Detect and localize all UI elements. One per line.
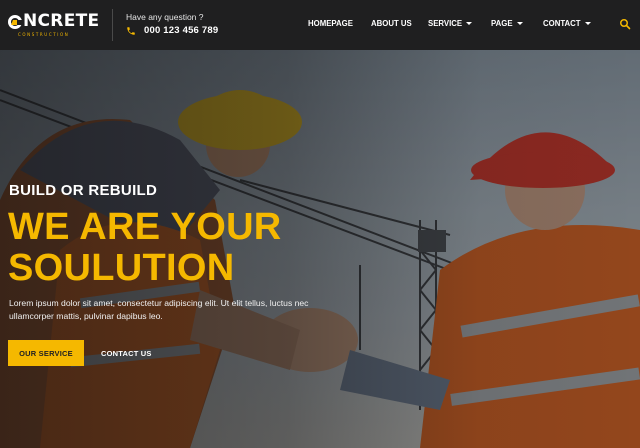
contact-question: Have any question ? — [126, 12, 204, 22]
nav-homepage[interactable]: HOMEPAGE — [308, 19, 353, 28]
hero-section: BUILD OR REBUILD WE ARE YOUR SOULUTION L… — [0, 50, 640, 448]
hero-kicker: BUILD OR REBUILD — [9, 182, 158, 199]
nav-label: PAGE — [491, 19, 513, 28]
phone-number: 000 123 456 789 — [144, 25, 219, 36]
nav-label: HOMEPAGE — [308, 19, 353, 28]
phone-icon — [127, 26, 135, 35]
nav-label: ABOUT US — [371, 19, 412, 28]
our-service-button[interactable]: OUR SERVICE — [8, 340, 84, 366]
nav-contact[interactable]: CONTACT — [543, 19, 591, 28]
contact-phone-row[interactable]: 000 123 456 789 — [126, 25, 218, 36]
chevron-down-icon — [584, 22, 591, 25]
nav-service[interactable]: SERVICE — [428, 19, 473, 28]
logo-subtitle: CONSTRUCTION — [18, 32, 70, 37]
chevron-down-icon — [466, 22, 473, 25]
site-header: NCRETE CONSTRUCTION Have any question ? … — [0, 0, 640, 50]
nav-about-us[interactable]: ABOUT US — [371, 19, 412, 28]
nav-label: CONTACT — [543, 19, 581, 28]
search-icon[interactable] — [619, 18, 631, 30]
header-divider — [112, 9, 113, 41]
logo-text: NCRETE — [23, 11, 100, 31]
hero-description: Lorem ipsum dolor sit amet, consectetur … — [9, 298, 309, 321]
nav-page[interactable]: PAGE — [491, 19, 523, 28]
headline-line-1: WE ARE YOUR — [8, 206, 282, 248]
nav-label: SERVICE — [428, 19, 463, 28]
headline-line-2: SOULUTION — [8, 247, 235, 289]
contact-us-button[interactable]: CONTACT US — [101, 340, 152, 366]
logo-c-mark — [8, 14, 23, 29]
hero-headline: WE ARE YOUR SOULUTION — [8, 207, 282, 289]
chevron-down-icon — [516, 22, 523, 25]
logo[interactable]: NCRETE CONSTRUCTION — [8, 13, 100, 37]
